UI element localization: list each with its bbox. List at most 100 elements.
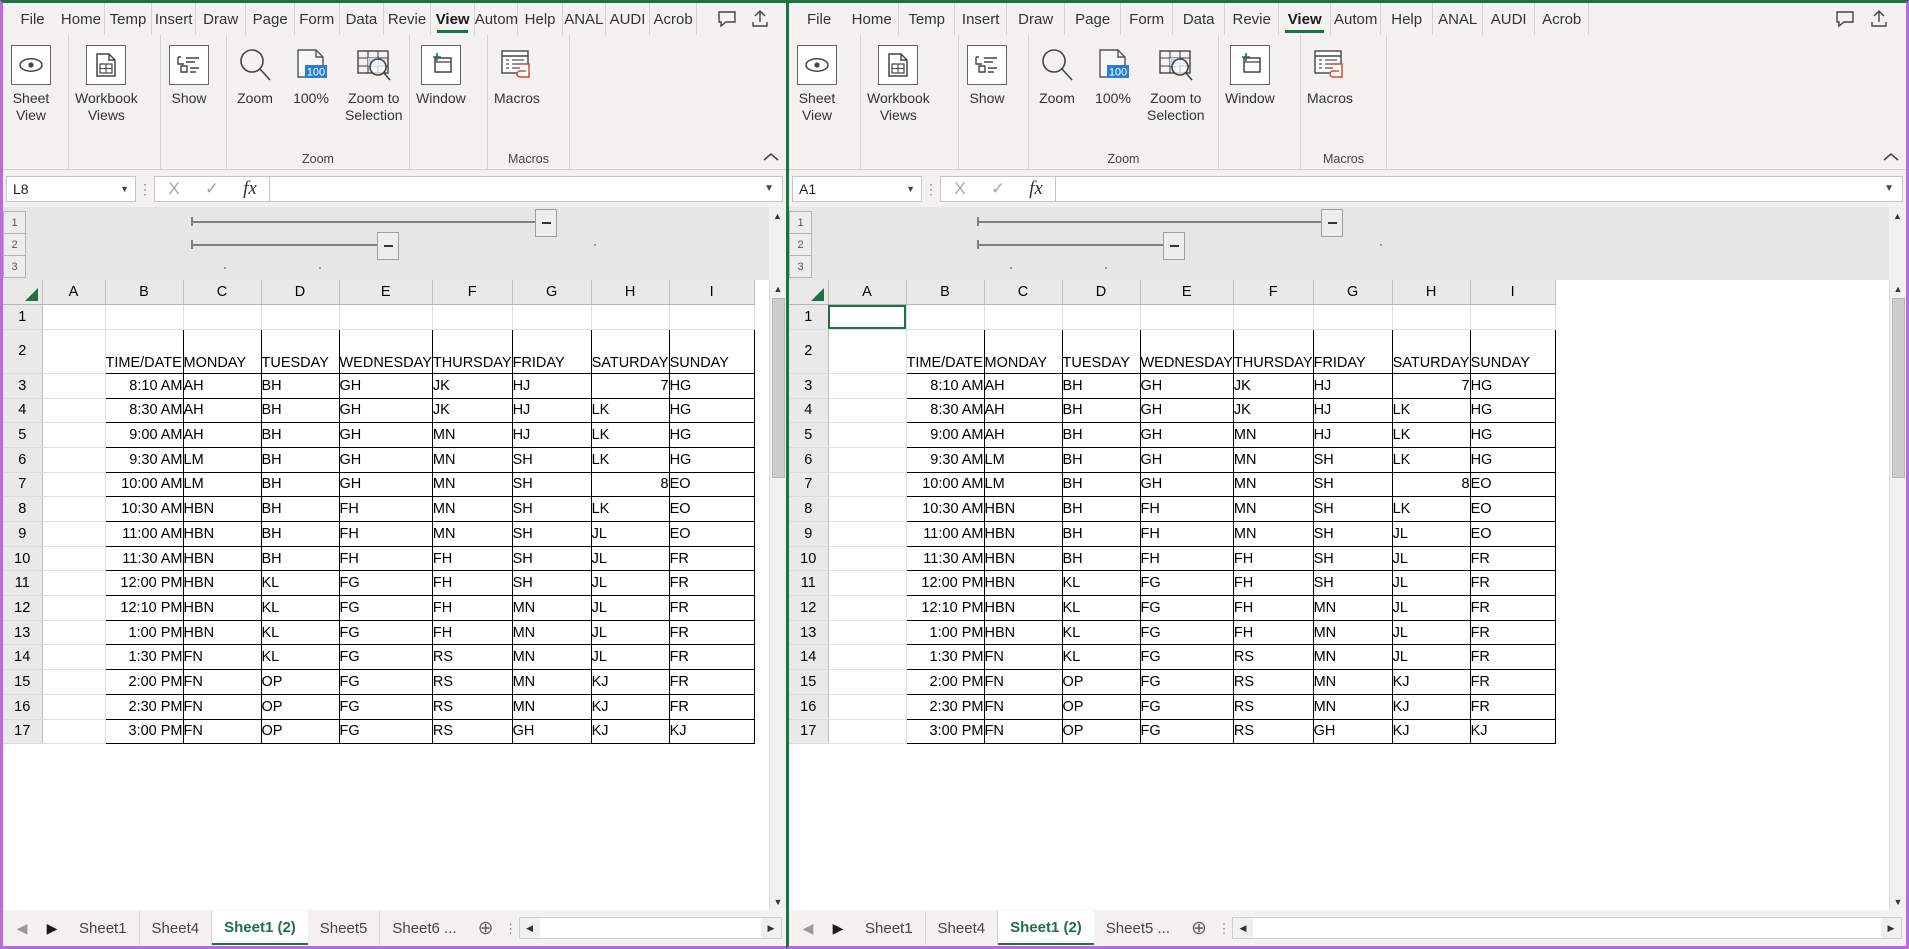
workbook-views-button[interactable]: Workbook Views [69,41,144,126]
formula-expand-icon[interactable]: ▼ [764,183,778,194]
menu-item-file[interactable]: File [3,3,58,35]
cell-A15[interactable] [42,669,106,695]
cell-B12[interactable]: 12:10 PM [104,595,184,621]
cell-H5[interactable]: LK [590,422,670,448]
sheet-tab-sheet1-r[interactable]: Sheet1 [853,911,926,945]
cell-G4[interactable]: HJ [511,397,592,424]
cell-F1-r[interactable] [1233,304,1314,330]
cell-A11[interactable] [42,570,106,597]
menu-item-formulas[interactable]: Form [295,3,340,35]
cell-C4-r[interactable]: AH [983,397,1063,424]
col-header-B-r[interactable]: B [906,280,985,306]
cell-A3[interactable] [42,373,106,399]
cell-D6-r[interactable]: BH [1061,446,1141,473]
cell-A14[interactable] [42,644,106,671]
cell-D16-r[interactable]: OP [1061,693,1141,720]
sheet-tab-sheet1[interactable]: Sheet1 [67,911,140,945]
cell-C8-r[interactable]: HBN [983,496,1063,522]
cell-I16[interactable]: FR [668,693,755,720]
cell-B3[interactable]: 8:10 AM [104,372,184,399]
menu-item-help[interactable]: Help [518,3,563,35]
cell-D3[interactable]: BH [260,372,340,399]
cell-G10[interactable]: SH [511,545,592,572]
cell-E11[interactable]: FG [338,570,433,597]
row-header-6-r[interactable]: 6 [789,447,829,473]
cell-C5[interactable]: AH [182,422,262,448]
cell-H4[interactable]: LK [590,397,670,424]
row-header-12[interactable]: 12 [3,595,43,621]
cell-F9-r[interactable]: MN [1232,521,1314,547]
cell-D2[interactable]: TUESDAY [260,328,340,374]
cell-G8-r[interactable]: SH [1312,496,1393,522]
menu-item-analyze-r[interactable]: ANAL [1433,3,1484,35]
cell-H1-r[interactable] [1392,304,1471,330]
cell-H1[interactable] [591,304,670,330]
window-button[interactable]: Window [410,41,472,109]
cell-E12-r[interactable]: FG [1139,595,1234,621]
hscroll-right-button-r[interactable]: ▶ [1881,918,1901,938]
outline-level-2-r[interactable]: 2 [789,233,812,256]
row-header-4-r[interactable]: 4 [789,398,829,424]
cell-D11-r[interactable]: KL [1061,570,1141,597]
menu-item-draw-r[interactable]: Draw [1007,3,1066,35]
cell-B11-r[interactable]: 12:00 PM [905,570,985,597]
cell-B15[interactable]: 2:00 PM [104,669,184,695]
cell-E4[interactable]: GH [338,397,433,424]
cell-D12-r[interactable]: KL [1061,595,1141,621]
cell-F8-r[interactable]: MN [1232,496,1314,522]
scroll-up-button-right[interactable]: ▲ [1889,207,1906,224]
cell-D17-r[interactable]: OP [1061,718,1141,745]
row-header-5[interactable]: 5 [3,422,43,448]
cell-B16-r[interactable]: 2:30 PM [905,693,985,720]
zoom-100-button-r[interactable]: 100 100% [1085,41,1141,109]
cell-H2-r[interactable]: SATURDAY [1391,328,1471,374]
col-header-F-r[interactable]: F [1233,280,1314,306]
cell-A7-r[interactable] [828,472,907,498]
cell-I3-r[interactable]: HG [1469,372,1556,399]
cell-D16[interactable]: OP [260,693,340,720]
menu-item-automate[interactable]: Autom [475,3,519,35]
cell-B9-r[interactable]: 11:00 AM [905,521,985,547]
menu-item-acrobat-r[interactable]: Acrob [1535,3,1590,35]
hscroll-right-button[interactable]: ▶ [761,918,781,938]
col-header-A-r[interactable]: A [828,280,907,306]
cell-D13[interactable]: KL [260,619,340,646]
cell-C7[interactable]: LM [182,471,262,498]
workbook-views-button-r[interactable]: Workbook Views [861,41,936,126]
cell-C17-r[interactable]: FN [983,718,1063,745]
cell-H12-r[interactable]: JL [1391,595,1471,621]
scroll-down-button[interactable]: ▼ [1889,893,1906,910]
cell-I14-r[interactable]: FR [1469,644,1556,671]
cell-E14[interactable]: FG [338,644,433,671]
cancel-icon[interactable]: X [155,179,193,199]
cell-F2-r[interactable]: THURSDAY [1232,328,1314,374]
cell-I12-r[interactable]: FR [1469,595,1556,621]
cell-G1-r[interactable] [1313,304,1393,330]
cell-G12-r[interactable]: MN [1312,595,1393,621]
cell-D6[interactable]: BH [260,446,340,473]
row-header-5-r[interactable]: 5 [789,422,829,448]
cell-F10[interactable]: FH [431,545,513,572]
name-box-left[interactable]: L8 ▼ [6,175,136,202]
cell-G13-r[interactable]: MN [1312,619,1393,646]
cell-E10-r[interactable]: FH [1139,545,1234,572]
cell-A6[interactable] [42,447,106,473]
cell-G6-r[interactable]: SH [1312,446,1393,473]
cell-C14-r[interactable]: FN [983,644,1063,671]
zoom-button[interactable]: Zoom [227,41,283,109]
menu-item-templates[interactable]: Temp [105,3,153,35]
cell-D11[interactable]: KL [260,570,340,597]
cell-C10[interactable]: HBN [182,545,262,572]
cell-A12-r[interactable] [828,595,907,621]
row-header-4[interactable]: 4 [3,398,43,424]
cell-A15-r[interactable] [828,669,907,695]
cell-B4[interactable]: 8:30 AM [104,397,184,424]
enter-icon[interactable]: ✓ [193,179,231,199]
cell-B1[interactable] [105,304,184,330]
cell-G14[interactable]: MN [511,644,592,671]
col-header-D-r[interactable]: D [1062,280,1141,306]
cell-F2[interactable]: THURSDAY [431,328,513,374]
cell-D4-r[interactable]: BH [1061,397,1141,424]
cell-A10-r[interactable] [828,546,907,572]
cell-F11[interactable]: FH [431,570,513,597]
